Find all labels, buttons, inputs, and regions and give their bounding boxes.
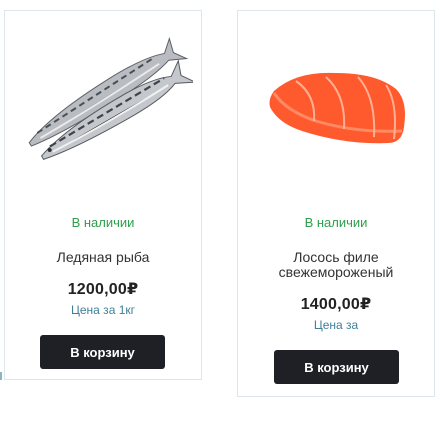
price-unit-label: Цена за 1кг — [71, 303, 135, 317]
product-name[interactable]: Ледяная рыба — [47, 250, 160, 265]
product-image-icefish[interactable] — [5, 11, 201, 201]
product-card-icefish[interactable]: В наличии Ледяная рыба 1200,00₽ Цена за … — [4, 10, 202, 380]
fish-icon — [28, 36, 193, 160]
edge-marker — [0, 372, 2, 380]
availability-status: В наличии — [304, 215, 368, 230]
product-price: 1200,00₽ — [67, 281, 139, 298]
product-name[interactable]: Лосось филе свежемороженый — [238, 250, 434, 280]
add-to-cart-button[interactable]: В корзину — [40, 335, 165, 369]
product-price: 1400,00₽ — [300, 296, 372, 313]
add-to-cart-button[interactable]: В корзину — [274, 350, 399, 384]
product-image-salmon[interactable] — [238, 11, 434, 201]
price-unit-label: Цена за — [313, 318, 359, 332]
salmon-fillet-icon — [269, 72, 405, 144]
product-card-salmon[interactable]: В наличии Лосось филе свежемороженый 140… — [237, 10, 435, 397]
availability-status: В наличии — [71, 215, 135, 230]
